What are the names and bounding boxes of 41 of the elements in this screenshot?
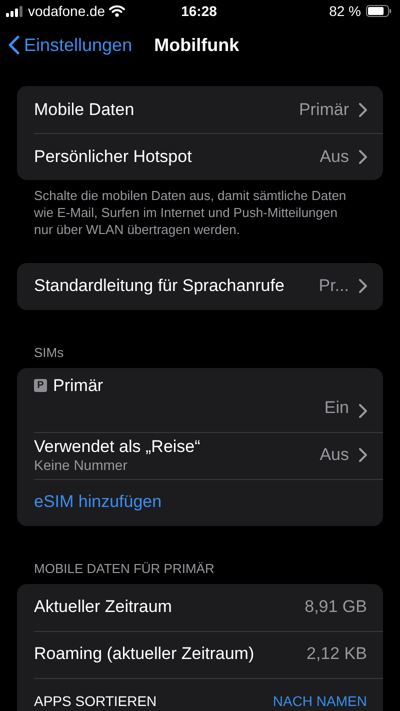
row-value: Aus [320,146,349,166]
row-value: Ein [324,398,349,418]
back-chevron-icon [8,35,20,55]
row-value: 2,12 KB [306,644,367,664]
chevron-icon [359,448,367,462]
battery-icon [366,5,392,17]
row-value: Aus [320,445,349,466]
signal-icon [6,6,24,16]
settings-row[interactable]: Verwendet als „Reise“ Keine Nummer Aus [17,432,383,479]
settings-row[interactable]: P Primär Ein [17,368,383,432]
row-label: Verwendet als „Reise“ [34,437,202,458]
back-button[interactable]: Einstellungen [8,34,132,56]
battery-percentage: 82 % [329,3,361,19]
chevron-icon [359,279,367,294]
sort-label: APPS SORTIEREN [34,693,158,710]
row-subtitle: Keine Nummer [34,457,128,474]
row-value: Pr... [318,276,349,296]
row-label: Standardleitung für Sprachanrufe [34,276,286,296]
page-title: Mobilfunk [154,34,240,56]
row-label: Roaming (aktueller Zeitraum) [34,644,256,664]
chevron-icon [359,404,367,418]
settings-row[interactable]: Mobile Daten Primär [17,86,383,133]
add-esim-link[interactable]: eSIM hinzufügen [34,492,162,512]
chevron-icon [359,102,367,116]
wifi-icon [109,5,126,17]
row-value: 8,91 GB [304,597,367,618]
row-label: Primär [53,376,104,396]
sort-option-link[interactable]: NACH NAMEN [272,693,367,710]
section-header: SIMs [34,344,64,360]
section-footer: Schalte die mobilen Daten aus, damit sämtliche Daten wie E-Mail, Surfen im Internet und Push-Mitteilungen nur über WLAN übertragen werden. [17,180,383,239]
row-label: Mobile Daten [34,100,136,120]
section-header: MOBILE DATEN FÜR PRIMÄR [34,560,214,576]
carrier-name: vodafone.de [28,3,106,19]
settings-row[interactable]: Persönlicher Hotspot Aus [17,133,383,180]
sim-badge: P [34,378,47,392]
clock-time: 16:28 [181,3,217,19]
row-value: Primär [298,100,349,120]
row-label: Aktueller Zeitraum [34,597,173,618]
chevron-icon [359,150,367,164]
row-label: Persönlicher Hotspot [34,146,193,166]
settings-row[interactable]: Standardleitung für Sprachanrufe Pr... [17,262,383,310]
